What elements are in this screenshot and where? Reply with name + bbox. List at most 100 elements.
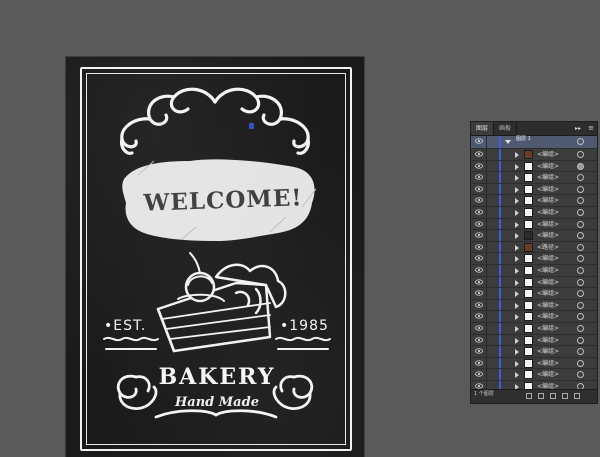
target-circle-icon[interactable]	[577, 371, 584, 379]
layer-label[interactable]: <编组>	[537, 209, 559, 216]
expand-triangle-icon[interactable]	[515, 163, 519, 170]
lock-column[interactable]	[486, 206, 487, 218]
target-circle-icon[interactable]	[577, 266, 584, 274]
target-circle-icon[interactable]	[577, 243, 584, 251]
eye-visibility-icon[interactable]	[475, 267, 483, 273]
expand-triangle-icon[interactable]	[515, 372, 519, 379]
eye-visibility-icon[interactable]	[475, 186, 483, 192]
layer-row[interactable]: <编组>	[471, 299, 597, 312]
eye-visibility-icon[interactable]	[475, 151, 483, 157]
target-circle-icon[interactable]	[577, 138, 584, 145]
lock-column[interactable]	[486, 183, 487, 195]
lock-column[interactable]	[486, 276, 487, 288]
lock-column[interactable]	[486, 172, 487, 183]
target-circle-icon[interactable]	[577, 197, 584, 205]
expand-triangle-icon[interactable]	[515, 186, 519, 193]
target-circle-icon[interactable]	[577, 174, 584, 182]
target-circle-icon[interactable]	[577, 232, 584, 240]
target-circle-icon[interactable]	[577, 151, 584, 158]
eye-visibility-icon[interactable]	[475, 313, 483, 319]
layer-label[interactable]: <编组>	[537, 302, 559, 309]
expand-triangle-icon[interactable]	[515, 337, 519, 344]
layer-row[interactable]: <编组>	[471, 206, 597, 219]
layer-row[interactable]: <编组>	[471, 357, 597, 370]
layer-list[interactable]: 图层 1 <编组> <编组> <编组> <编组> <编组> <编组> <编组> <编组> <路径>…	[471, 136, 597, 393]
expand-triangle-icon[interactable]	[515, 244, 519, 251]
layer-row-top[interactable]: 图层 1	[471, 136, 597, 149]
expand-triangle-icon[interactable]	[515, 325, 519, 332]
target-circle-icon[interactable]	[577, 324, 584, 332]
layer-row[interactable]: <编组>	[471, 264, 597, 277]
make-clipping-mask-icon[interactable]	[538, 393, 544, 399]
layer-label[interactable]: <编组>	[537, 267, 559, 274]
layer-row[interactable]: <编组>	[471, 172, 597, 184]
layer-label[interactable]: <编组>	[537, 255, 559, 262]
expand-triangle-icon[interactable]	[515, 349, 519, 356]
expand-triangle-icon[interactable]	[515, 360, 519, 367]
lock-column[interactable]	[486, 299, 487, 311]
layer-label[interactable]: <编组>	[537, 221, 559, 228]
layer-row[interactable]: <路径>	[471, 241, 597, 254]
layer-row[interactable]: <编组>	[471, 334, 597, 347]
target-circle-icon[interactable]	[577, 336, 584, 344]
lock-column[interactable]	[486, 288, 487, 299]
layer-label[interactable]: <路径>	[537, 244, 559, 251]
layer-row[interactable]: <编组>	[471, 195, 597, 207]
locate-object-icon[interactable]	[526, 393, 532, 399]
lock-column[interactable]	[486, 160, 487, 172]
lock-column[interactable]	[486, 241, 487, 253]
expand-triangle-icon[interactable]	[515, 314, 519, 321]
lock-column[interactable]	[486, 311, 487, 322]
layer-label[interactable]: <编组>	[537, 163, 559, 170]
layer-row[interactable]: <编组>	[471, 149, 597, 161]
target-circle-icon[interactable]	[577, 290, 584, 298]
layer-label[interactable]: <编组>	[537, 279, 559, 286]
lock-column[interactable]	[486, 264, 487, 276]
layer-label[interactable]: <编组>	[537, 290, 559, 297]
lock-column[interactable]	[486, 334, 487, 346]
layer-label[interactable]: <编组>	[537, 186, 559, 193]
expand-triangle-icon[interactable]	[515, 233, 519, 240]
layer-row[interactable]: <编组>	[471, 369, 597, 381]
eye-visibility-icon[interactable]	[475, 244, 483, 250]
target-circle-icon[interactable]	[577, 220, 584, 228]
layer-label[interactable]: <编组>	[537, 313, 559, 320]
target-circle-icon[interactable]	[577, 301, 584, 309]
layer-label[interactable]: <编组>	[537, 174, 559, 181]
lock-column[interactable]	[486, 136, 487, 148]
expand-triangle-icon[interactable]	[515, 198, 519, 205]
layer-row[interactable]: <编组>	[471, 346, 597, 358]
expand-triangle-icon[interactable]	[515, 302, 519, 309]
expand-triangle-icon[interactable]	[515, 267, 519, 274]
layer-row[interactable]: <编组>	[471, 322, 597, 335]
layer-label[interactable]: <编组>	[537, 151, 559, 158]
eye-visibility-icon[interactable]	[475, 383, 483, 389]
eye-visibility-icon[interactable]	[475, 278, 483, 285]
target-circle-icon[interactable]	[577, 185, 584, 193]
eye-visibility-icon[interactable]	[475, 336, 483, 343]
lock-column[interactable]	[486, 357, 487, 369]
expand-triangle-icon[interactable]	[515, 279, 519, 286]
lock-column[interactable]	[486, 322, 487, 334]
layer-row[interactable]: <编组>	[471, 160, 597, 173]
hamburger-icon[interactable]: ≡	[588, 124, 594, 133]
lock-column[interactable]	[486, 346, 487, 357]
expand-triangle-icon[interactable]	[505, 140, 511, 144]
eye-visibility-icon[interactable]	[475, 138, 483, 144]
lock-column[interactable]	[486, 195, 487, 206]
layer-label[interactable]: <编组>	[537, 371, 559, 378]
expand-triangle-icon[interactable]	[515, 175, 519, 182]
eye-visibility-icon[interactable]	[475, 174, 483, 180]
layer-row[interactable]: <编组>	[471, 276, 597, 289]
layer-label[interactable]: <编组>	[537, 348, 559, 355]
eye-visibility-icon[interactable]	[475, 255, 483, 261]
eye-visibility-icon[interactable]	[475, 290, 483, 296]
eye-visibility-icon[interactable]	[475, 302, 483, 308]
lock-column[interactable]	[486, 369, 487, 380]
eye-visibility-icon[interactable]	[475, 371, 483, 377]
layer-row[interactable]: <编组>	[471, 183, 597, 196]
lock-column[interactable]	[486, 253, 487, 264]
layer-row[interactable]: <编组>	[471, 311, 597, 323]
expand-triangle-icon[interactable]	[515, 209, 519, 216]
trash-icon[interactable]	[574, 393, 580, 399]
